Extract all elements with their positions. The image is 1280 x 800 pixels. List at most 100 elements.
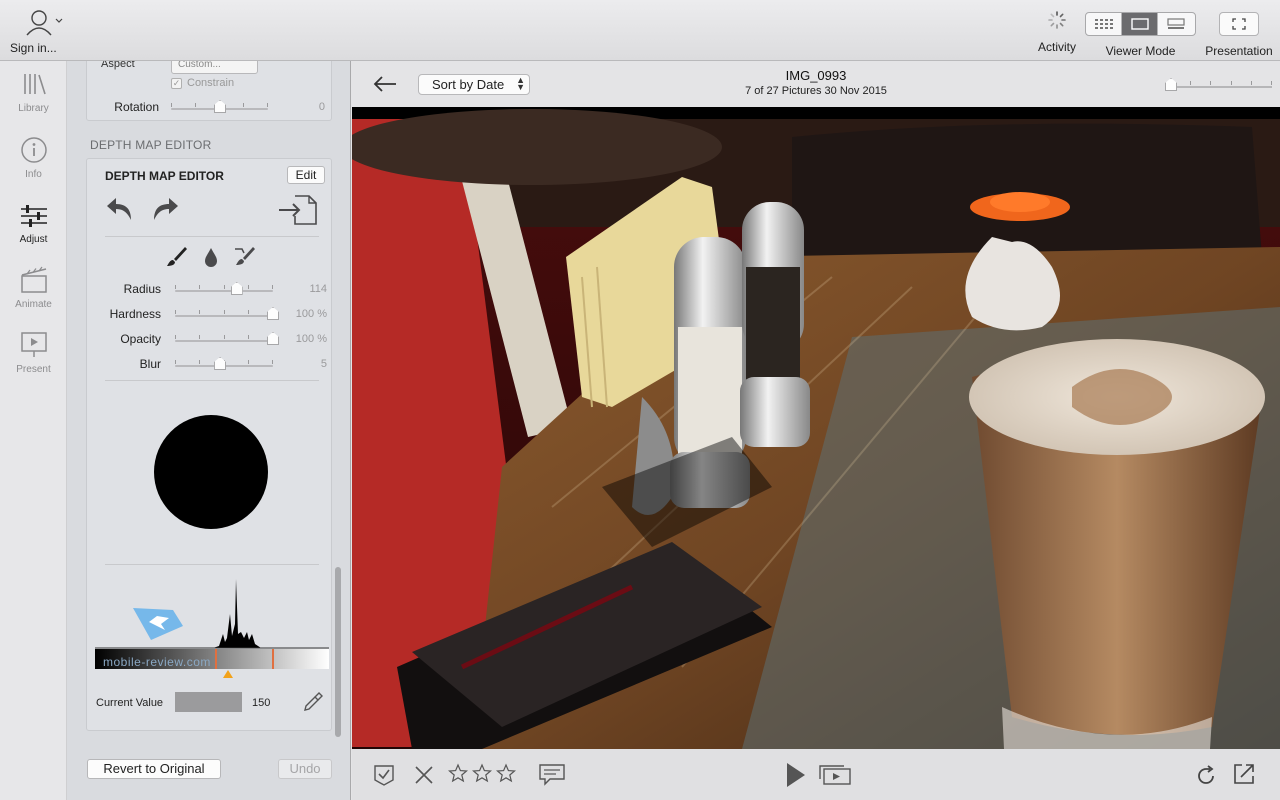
current-value-label: Current Value — [96, 697, 164, 709]
rail-item-present[interactable]: Present — [0, 331, 67, 375]
export-document-icon[interactable] — [277, 194, 319, 231]
panel-scrollbar[interactable] — [335, 567, 341, 737]
brush-preview-circle — [154, 415, 268, 529]
eyedropper-icon[interactable] — [302, 691, 324, 718]
rail-label-animate: Animate — [15, 299, 52, 310]
rail-item-library[interactable]: Library — [0, 72, 67, 114]
adjust-panel: Aspect Custom... ✓ Constrain Rotation 0 … — [67, 61, 351, 800]
user-avatar-icon — [20, 8, 70, 39]
viewer-header: Sort by Date ▲ ▼ IMG_0993 7 of 27 Picture… — [352, 61, 1280, 107]
top-toolbar: Sign in... Activity Viewer Mode Presenta… — [0, 0, 1280, 61]
info-icon — [20, 137, 47, 163]
presentation-label: Presentation — [1205, 44, 1273, 58]
brush-tool-icon[interactable] — [165, 245, 189, 274]
single-view-mode-button[interactable] — [1122, 13, 1158, 35]
radius-label: Radius — [123, 282, 161, 296]
rail-label-present: Present — [16, 364, 51, 375]
aspect-label: Aspect — [101, 61, 135, 70]
blur-slider-thumb[interactable] — [214, 357, 227, 370]
image-viewer: Sort by Date ▲ ▼ IMG_0993 7 of 27 Picture… — [352, 61, 1280, 800]
redo-arrow-icon[interactable] — [148, 194, 180, 231]
clapperboard-icon — [20, 266, 47, 293]
crop-card: Aspect Custom... ✓ Constrain Rotation 0 — [86, 61, 332, 121]
blur-label: Blur — [139, 357, 161, 371]
edit-button[interactable]: Edit — [287, 166, 325, 184]
constrain-check-icon: ✓ — [171, 77, 182, 89]
divider — [105, 236, 319, 237]
left-rail: Library Info Adjust Animate Present — [0, 61, 67, 800]
blur-value: 5 — [320, 358, 327, 370]
sign-in-button[interactable]: Sign in... — [10, 8, 70, 55]
watermark-logo-icon — [127, 604, 189, 649]
hardness-slider[interactable] — [175, 307, 279, 320]
hardness-slider-thumb[interactable] — [267, 307, 279, 320]
blur-drop-tool-icon[interactable] — [201, 245, 221, 274]
current-value-swatch — [175, 692, 242, 712]
activity-spinner-icon — [1034, 10, 1080, 32]
star-icon[interactable] — [495, 763, 517, 788]
accept-check-icon[interactable] — [372, 763, 396, 792]
share-export-icon[interactable] — [1232, 762, 1256, 791]
rail-item-info[interactable]: Info — [0, 136, 67, 180]
fullscreen-icon — [1219, 12, 1259, 36]
rotate-icon[interactable] — [1194, 764, 1218, 793]
section-title-depth-map: DEPTH MAP EDITOR — [90, 138, 212, 152]
blur-slider[interactable] — [175, 357, 273, 370]
rail-item-animate[interactable]: Animate — [0, 266, 67, 310]
viewer-mode-label: Viewer Mode — [1105, 44, 1176, 58]
rail-label-adjust: Adjust — [19, 234, 48, 245]
rotation-slider-thumb[interactable] — [214, 100, 226, 113]
zoom-slider[interactable] — [1165, 78, 1272, 91]
image-position-date: 7 of 27 Pictures 30 Nov 2015 — [745, 85, 887, 97]
grid-icon — [1094, 19, 1113, 29]
revert-to-original-button[interactable]: Revert to Original — [87, 759, 221, 779]
rail-label-library: Library — [18, 103, 49, 114]
filmstrip-mode-button[interactable] — [1158, 13, 1194, 35]
play-icon[interactable] — [785, 762, 807, 793]
comment-bubble-icon[interactable] — [538, 763, 566, 792]
reject-x-icon[interactable] — [413, 764, 435, 791]
rail-label-info: Info — [25, 169, 42, 180]
eraser-brush-tool-icon[interactable] — [233, 245, 259, 274]
opacity-slider-thumb[interactable] — [267, 332, 279, 345]
filmstrip-icon — [1167, 18, 1185, 29]
radius-slider[interactable] — [175, 282, 273, 295]
library-icon — [23, 74, 46, 95]
star-rating[interactable] — [447, 763, 517, 788]
presentation-button[interactable]: Presentation — [1203, 12, 1275, 58]
cafe-photo — [352, 109, 1280, 749]
constrain-checkbox[interactable]: ✓ Constrain — [171, 77, 234, 89]
aspect-select[interactable]: Custom... — [171, 61, 258, 74]
divider — [105, 380, 319, 381]
opacity-slider[interactable] — [175, 332, 279, 345]
activity-button[interactable]: Activity — [1034, 10, 1080, 54]
viewer-mode-control: Viewer Mode — [1085, 12, 1196, 58]
star-icon[interactable] — [471, 763, 493, 788]
sign-in-label: Sign in... — [10, 41, 57, 55]
viewer-footer — [352, 749, 1280, 800]
opacity-value: 100 % — [295, 333, 327, 345]
constrain-label: Constrain — [187, 77, 235, 89]
hardness-value: 100 % — [295, 308, 327, 320]
single-image-icon — [1130, 18, 1149, 30]
grid-mode-button[interactable] — [1086, 13, 1122, 35]
photo-canvas[interactable] — [352, 107, 1280, 749]
current-value-number: 150 — [252, 697, 271, 709]
image-title: IMG_0993 — [785, 68, 847, 83]
viewer-mode-segmented — [1085, 12, 1196, 36]
slideshow-icon[interactable] — [818, 764, 852, 791]
rotation-slider[interactable] — [171, 100, 268, 113]
depth-map-card-title: DEPTH MAP EDITOR — [105, 169, 224, 183]
undo-arrow-icon[interactable] — [105, 194, 137, 231]
sliders-icon — [20, 205, 47, 227]
radius-slider-thumb[interactable] — [230, 282, 243, 295]
watermark-text: mobile-review.com — [103, 655, 211, 669]
hardness-label: Hardness — [109, 307, 161, 321]
rotation-label: Rotation — [114, 100, 159, 114]
rail-item-adjust[interactable]: Adjust — [0, 203, 67, 245]
presentation-screen-icon — [20, 332, 47, 357]
undo-button[interactable]: Undo — [278, 759, 332, 779]
star-icon[interactable] — [447, 763, 469, 788]
opacity-label: Opacity — [120, 332, 161, 346]
divider — [105, 564, 319, 565]
